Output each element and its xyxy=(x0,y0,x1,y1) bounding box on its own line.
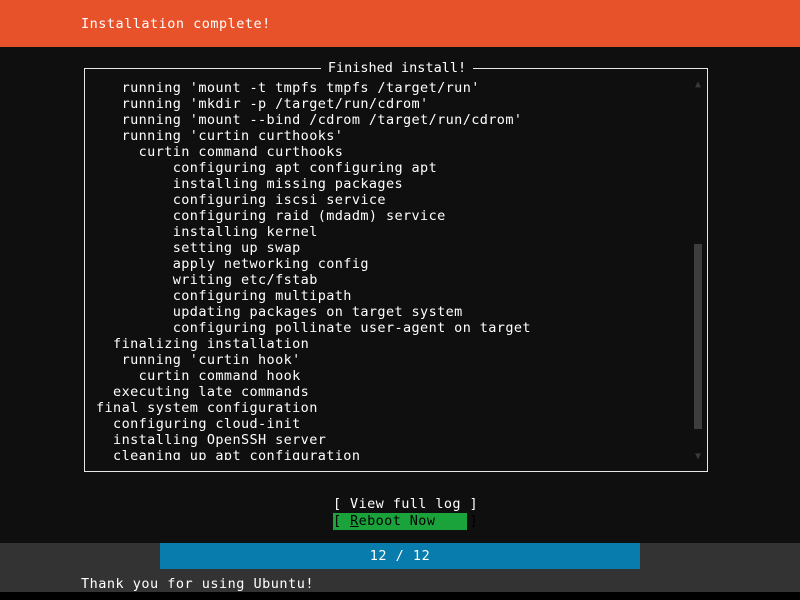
log-line: finalizing installation xyxy=(96,336,310,352)
reboot-button-hotkey: R xyxy=(350,513,359,529)
button-group: [ View full log ] [ Reboot Now ] xyxy=(0,496,800,530)
header-bar: Installation complete! xyxy=(0,0,800,47)
log-line: cleaning up apt configuration xyxy=(96,448,361,460)
log-line: running 'mount -t tmpfs tmpfs /target/ru… xyxy=(96,80,480,96)
log-scrollbar[interactable]: ▲ ▼ xyxy=(692,72,704,468)
log-line: running 'mount --bind /cdrom /target/run… xyxy=(96,112,523,128)
install-log-panel-title: Finished install! xyxy=(85,60,709,76)
log-line: setting up swap xyxy=(96,240,301,256)
reboot-now-button[interactable]: [ Reboot Now ] xyxy=(333,513,478,530)
log-line: updating packages on target system xyxy=(96,304,463,320)
log-line: installing kernel xyxy=(96,224,318,240)
install-log-panel: Finished install! running 'mount -t tmpf… xyxy=(84,60,708,472)
log-line: configuring apt configuring apt xyxy=(96,160,438,176)
bottom-strip xyxy=(0,592,800,600)
log-line: running 'curtin curthooks' xyxy=(96,128,344,144)
progress-bar-label: 12 / 12 xyxy=(369,548,431,564)
log-line: running 'mkdir -p /target/run/cdrom' xyxy=(96,96,429,112)
log-line: curtin command curthooks xyxy=(96,144,344,160)
install-log-lines: running 'mount -t tmpfs tmpfs /target/ru… xyxy=(96,80,686,460)
log-line: writing etc/fstab xyxy=(96,272,318,288)
log-line: configuring pollinate user-agent on targ… xyxy=(96,320,531,336)
log-line: curtin command hook xyxy=(96,368,301,384)
log-line: configuring cloud-init xyxy=(96,416,301,432)
reboot-button-label: eboot Now ] xyxy=(358,513,478,529)
log-line: installing missing packages xyxy=(96,176,403,192)
scrollbar-thumb[interactable] xyxy=(694,244,702,429)
installer-screen: Installation complete! Finished install!… xyxy=(0,0,800,600)
log-line: installing OpenSSH server xyxy=(96,432,327,448)
log-line: configuring multipath xyxy=(96,288,352,304)
log-line: final system configuration xyxy=(96,400,318,416)
footer-message: Thank you for using Ubuntu! xyxy=(81,576,314,592)
log-line: executing late commands xyxy=(96,384,310,400)
page-title: Installation complete! xyxy=(81,16,271,32)
view-full-log-button[interactable]: [ View full log ] xyxy=(333,496,478,513)
log-line: configuring iscsi service xyxy=(96,192,386,208)
install-log-panel-title-text: Finished install! xyxy=(320,60,474,76)
reboot-button-prefix: [ xyxy=(333,513,351,529)
scroll-up-arrow-icon[interactable]: ▲ xyxy=(693,80,703,90)
scroll-down-arrow-icon[interactable]: ▼ xyxy=(693,452,703,462)
log-line: apply networking config xyxy=(96,256,369,272)
log-line: configuring raid (mdadm) service xyxy=(96,208,446,224)
log-line: running 'curtin hook' xyxy=(96,352,301,368)
